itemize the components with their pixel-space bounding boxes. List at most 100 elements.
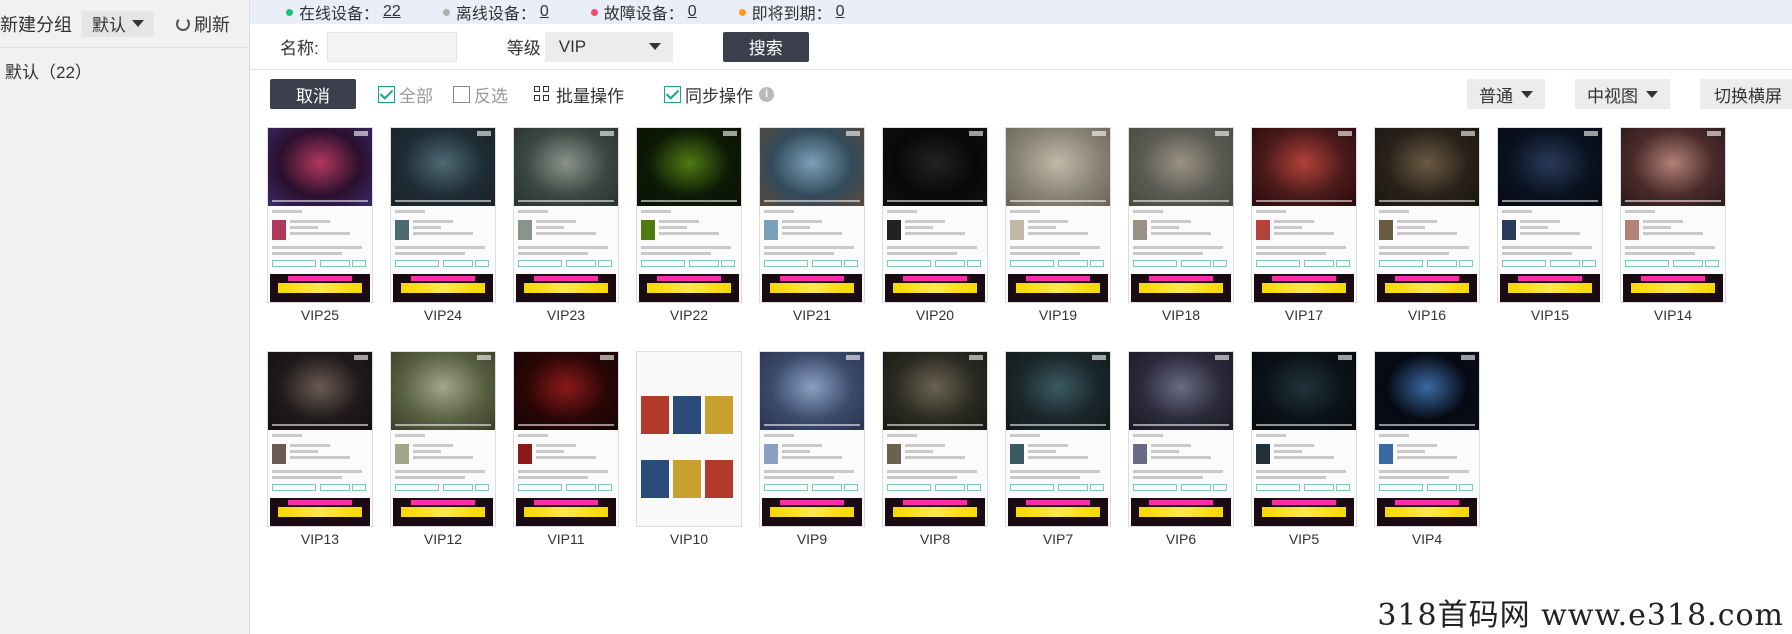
select-all-checkbox[interactable]: 全部 <box>378 82 433 107</box>
device-tile[interactable]: VIP19 <box>1005 127 1111 337</box>
device-screen-thumbnail[interactable] <box>1497 127 1603 303</box>
device-screen-thumbnail[interactable] <box>1128 351 1234 527</box>
text-line <box>1028 450 1056 453</box>
device-tile[interactable]: VIP20 <box>882 127 988 337</box>
device-screen-thumbnail[interactable] <box>882 127 988 303</box>
text-line <box>1625 246 1715 249</box>
device-screen-thumbnail[interactable] <box>1005 351 1111 527</box>
video-frame <box>1129 352 1233 430</box>
device-tile[interactable]: VIP25 <box>267 127 373 337</box>
device-tile[interactable]: VIP23 <box>513 127 619 337</box>
device-screen-thumbnail[interactable] <box>390 351 496 527</box>
offline-dot-icon <box>442 8 450 16</box>
device-tile[interactable]: VIP15 <box>1497 127 1603 337</box>
poster-thumbnail <box>395 220 409 240</box>
name-input[interactable] <box>326 31 457 62</box>
fault-count[interactable]: 0 <box>688 3 697 21</box>
chevron-down-icon <box>1646 90 1658 98</box>
device-screen-thumbnail[interactable] <box>267 127 373 303</box>
device-tile[interactable]: VIP17 <box>1251 127 1357 337</box>
tag-chip <box>935 484 965 491</box>
sync-operation-checkbox[interactable]: 同步操作 i <box>664 82 774 107</box>
device-screen-thumbnail[interactable] <box>1128 127 1234 303</box>
promo-banner-stripe <box>780 500 844 505</box>
device-tile[interactable]: VIP5 <box>1251 351 1357 561</box>
promo-banner-text <box>278 507 362 517</box>
device-tile[interactable]: VIP24 <box>390 127 496 337</box>
device-screen-thumbnail[interactable] <box>513 127 619 303</box>
tag-chip <box>395 484 439 491</box>
promo-banner <box>1008 498 1108 526</box>
tag-chip <box>1256 484 1300 491</box>
text-line <box>887 246 977 249</box>
device-screen-thumbnail[interactable] <box>267 351 373 527</box>
device-screen-thumbnail[interactable] <box>513 351 619 527</box>
poster-thumbnail <box>641 396 669 434</box>
info-icon[interactable]: i <box>759 86 774 102</box>
device-tile[interactable]: VIP10 <box>636 351 742 561</box>
landscape-toggle-button[interactable]: 切换横屏 <box>1700 79 1792 109</box>
online-count[interactable]: 22 <box>383 3 401 21</box>
device-screen-thumbnail[interactable] <box>1251 351 1357 527</box>
refresh-button[interactable]: 刷新 <box>176 11 230 37</box>
device-screen-thumbnail[interactable] <box>759 351 865 527</box>
device-tile[interactable]: VIP16 <box>1374 127 1480 337</box>
video-controls-icon <box>1092 131 1106 136</box>
device-screen-thumbnail[interactable] <box>882 351 988 527</box>
device-screen-thumbnail[interactable] <box>1005 127 1111 303</box>
text-line <box>290 444 330 447</box>
video-frame <box>268 128 372 206</box>
device-screen-thumbnail[interactable] <box>1251 127 1357 303</box>
device-tile[interactable]: VIP9 <box>759 351 865 561</box>
device-tile[interactable]: VIP11 <box>513 351 619 561</box>
device-screen-thumbnail[interactable] <box>1374 351 1480 527</box>
tag-chip <box>1459 260 1473 267</box>
device-screen-thumbnail[interactable] <box>1374 127 1480 303</box>
device-label: VIP17 <box>1284 307 1324 323</box>
device-tile[interactable]: VIP22 <box>636 127 742 337</box>
device-tile[interactable]: VIP4 <box>1374 351 1480 561</box>
device-screen-thumbnail[interactable] <box>390 127 496 303</box>
invert-selection-checkbox[interactable]: 反选 <box>453 82 508 107</box>
search-button[interactable]: 搜索 <box>722 31 809 62</box>
device-tile[interactable]: VIP18 <box>1128 127 1234 337</box>
video-progress-bar <box>518 200 614 202</box>
tag-chip <box>1582 260 1596 267</box>
video-controls-icon <box>1584 131 1598 136</box>
view-size-select[interactable]: 中视图 <box>1575 79 1670 109</box>
tag-chip <box>887 484 931 491</box>
device-label: VIP12 <box>423 531 463 547</box>
video-frame <box>514 352 618 430</box>
view-mode-select[interactable]: 普通 <box>1467 79 1545 109</box>
new-group-button[interactable]: 新建分组 <box>0 11 72 37</box>
text-line <box>1274 232 1334 235</box>
text-line <box>1274 220 1314 223</box>
text-line <box>1397 456 1457 459</box>
tag-chip <box>1502 260 1546 267</box>
device-tile[interactable]: VIP6 <box>1128 351 1234 561</box>
level-select[interactable]: VIP <box>544 31 673 62</box>
text-line <box>782 220 822 223</box>
device-screen-thumbnail[interactable] <box>636 351 742 527</box>
device-screen-thumbnail[interactable] <box>1620 127 1726 303</box>
device-tile[interactable]: VIP13 <box>267 351 373 561</box>
device-tile[interactable]: VIP8 <box>882 351 988 561</box>
device-screen-thumbnail[interactable] <box>759 127 865 303</box>
poster-thumbnail <box>1502 220 1516 240</box>
tag-chip <box>475 260 489 267</box>
device-tile[interactable]: VIP14 <box>1620 127 1726 337</box>
text-line <box>1133 246 1223 249</box>
device-tile[interactable]: VIP21 <box>759 127 865 337</box>
video-progress-bar <box>887 424 983 426</box>
offline-count[interactable]: 0 <box>540 3 549 21</box>
device-tile[interactable]: VIP12 <box>390 351 496 561</box>
group-item-default[interactable]: 默认（22） <box>0 48 249 93</box>
device-screen-thumbnail[interactable] <box>636 127 742 303</box>
cancel-button[interactable]: 取消 <box>270 79 356 109</box>
group-select[interactable]: 默认 <box>82 10 154 37</box>
batch-operation-button[interactable]: 批量操作 <box>534 82 624 107</box>
expiring-count[interactable]: 0 <box>836 3 845 21</box>
tag-chip <box>1133 260 1177 267</box>
promo-banner-text <box>893 507 977 517</box>
device-tile[interactable]: VIP7 <box>1005 351 1111 561</box>
